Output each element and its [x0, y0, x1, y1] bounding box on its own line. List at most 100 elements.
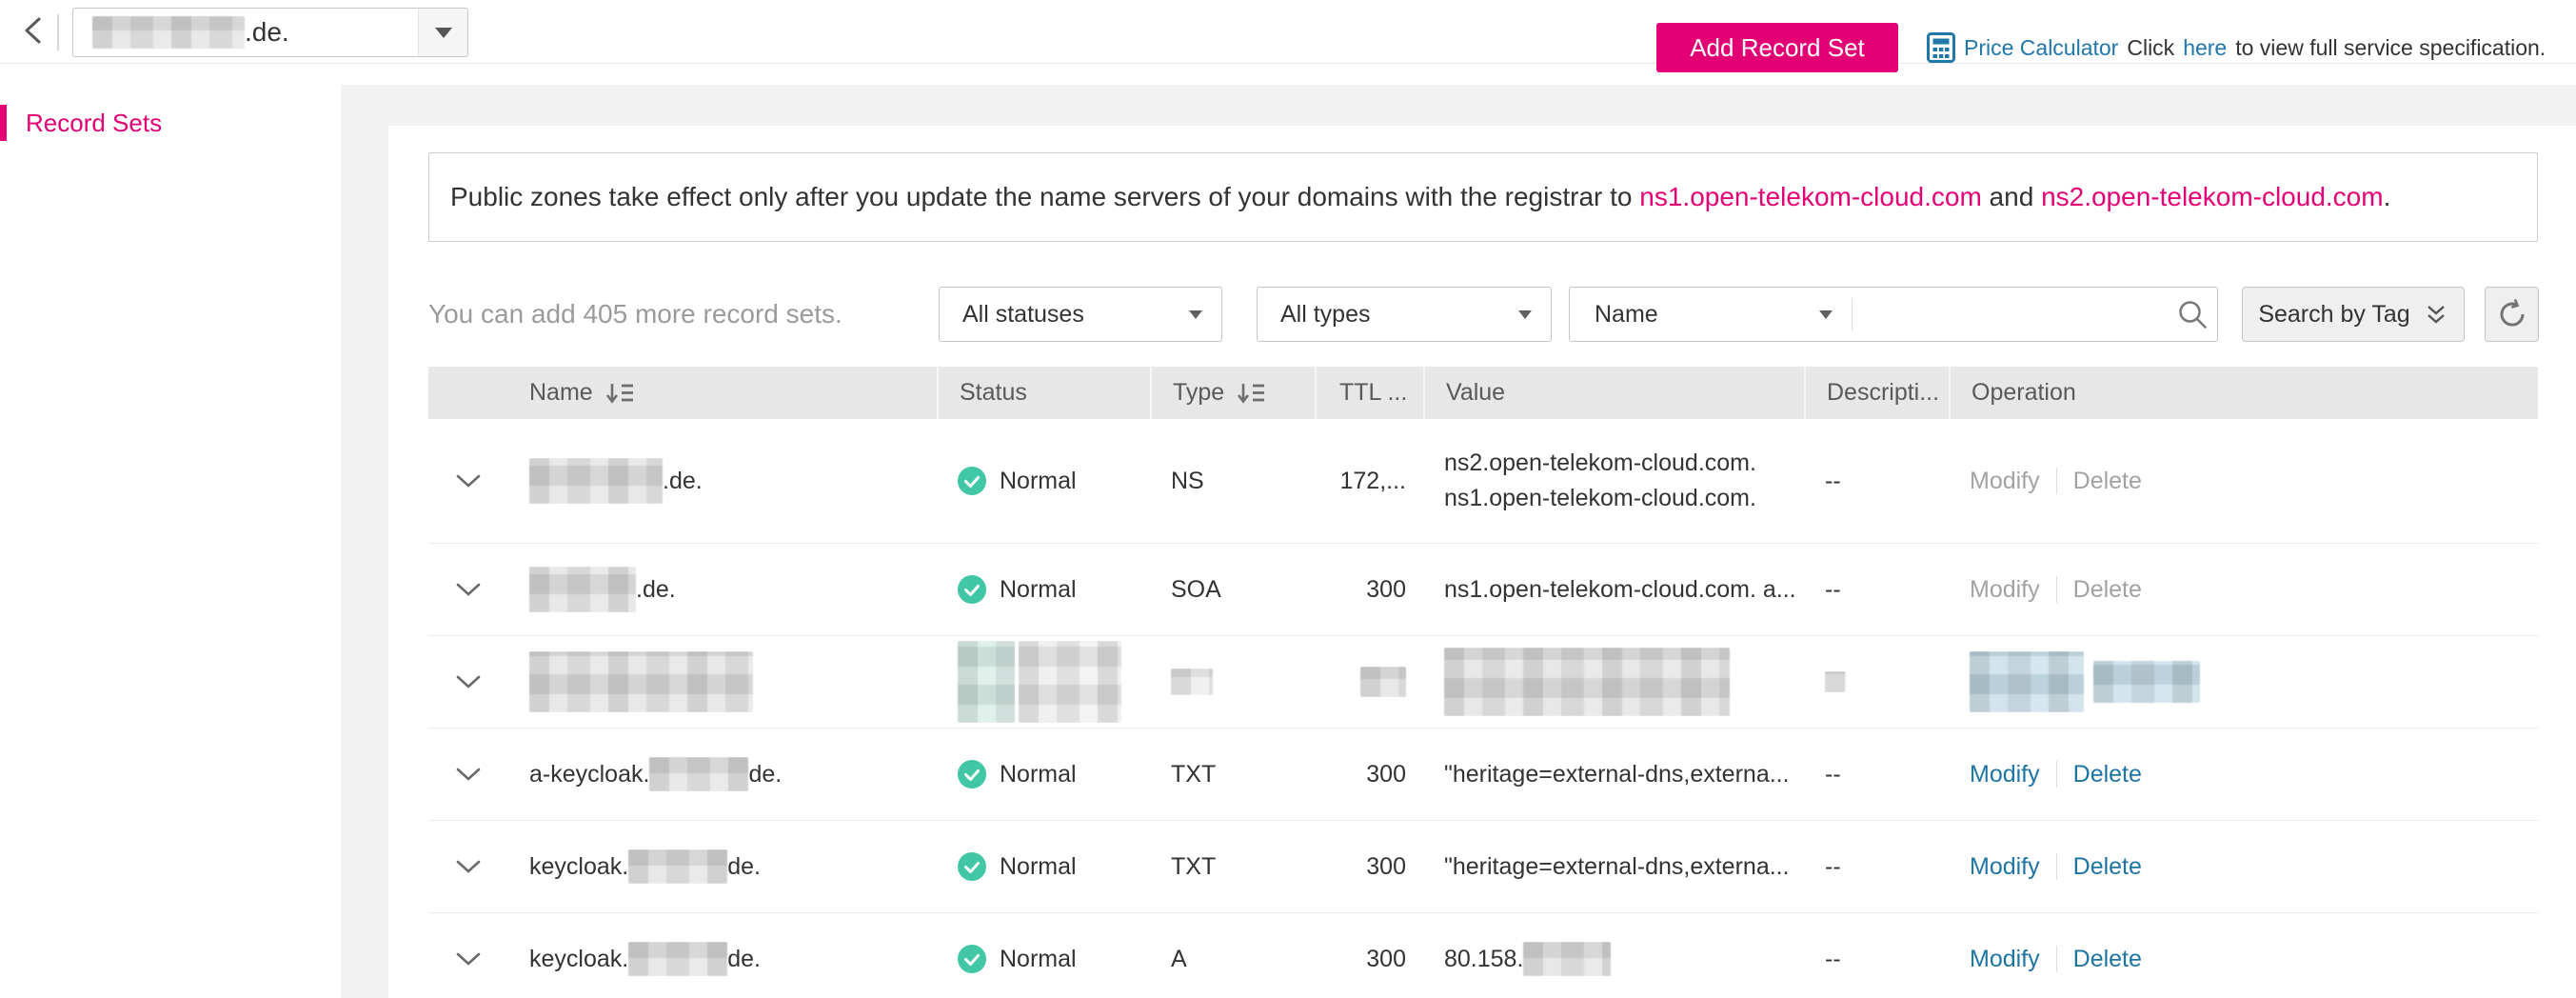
status-normal-icon — [958, 467, 986, 495]
operation-divider — [2056, 853, 2057, 880]
back-button[interactable] — [15, 13, 51, 51]
column-header-value: Value — [1423, 367, 1804, 419]
price-calculator-link[interactable]: Price Calculator — [1964, 35, 2118, 61]
add-record-set-button[interactable]: Add Record Set — [1656, 23, 1898, 72]
delete-link[interactable]: Delete — [2073, 853, 2142, 881]
record-value-lines: "heritage=external-dns,externa... — [1444, 757, 1790, 792]
redacted-record-name — [529, 651, 753, 712]
redacted-status-icon — [958, 641, 1015, 723]
dns-record-sets-page: .de. Add Record Set Price Calculator Cli… — [0, 0, 2576, 998]
redacted-type — [1171, 669, 1213, 695]
ns1-link[interactable]: ns1.open-telekom-cloud.com — [1639, 182, 1982, 211]
sort-icon[interactable] — [1237, 381, 1265, 406]
column-header-label: Value — [1446, 379, 1505, 407]
table-header: Name Status Type TTL ... Value Descripti… — [428, 367, 2538, 419]
record-description-cell: -- — [1804, 853, 1949, 881]
status-badge: Normal — [958, 852, 1077, 881]
modify-link[interactable]: Modify — [1970, 853, 2040, 881]
record-ttl-cell: 300 — [1315, 761, 1423, 788]
row-expand-chevron[interactable] — [428, 674, 508, 689]
column-header-name[interactable]: Name — [508, 367, 937, 419]
redacted-modify-link — [1970, 651, 2084, 712]
modify-link[interactable]: Modify — [1970, 761, 2040, 788]
chevron-down-icon — [1518, 310, 1532, 319]
record-type-cell: A — [1150, 946, 1315, 973]
table-row: keycloak.de.NormalA30080.158.--ModifyDel… — [428, 913, 2538, 998]
redacted-value — [1444, 648, 1730, 716]
zone-selector-caret-box[interactable] — [418, 9, 467, 56]
record-status-cell: Normal — [937, 945, 1150, 973]
record-name-cell: keycloak.de. — [508, 849, 937, 884]
topbar-divider — [57, 14, 59, 50]
redacted-name-part — [628, 849, 727, 884]
row-expand-chevron[interactable] — [428, 859, 508, 874]
sort-icon[interactable] — [605, 381, 634, 406]
refresh-button[interactable] — [2485, 287, 2539, 342]
status-filter-dropdown[interactable]: All statuses — [939, 287, 1222, 342]
ns2-link[interactable]: ns2.open-telekom-cloud.com — [2041, 182, 2384, 211]
record-name-cell: .de. — [508, 567, 937, 612]
record-value-lines: ns1.open-telekom-cloud.com. a... — [1444, 572, 1796, 608]
record-name-cell: a-keycloak.de. — [508, 757, 937, 791]
record-status-cell: Normal — [937, 852, 1150, 881]
operation-divider — [2056, 468, 2057, 494]
record-operation-cell: ModifyDelete — [1949, 576, 2538, 604]
nameserver-notice-banner: Public zones take effect only after you … — [428, 152, 2538, 242]
search-combo: Name — [1569, 287, 2218, 342]
status-label: Normal — [1000, 853, 1077, 881]
search-by-tag-button[interactable]: Search by Tag — [2242, 287, 2465, 342]
record-value-cell: 80.158. — [1423, 942, 1804, 976]
record-status-cell: Normal — [937, 575, 1150, 604]
table-body: .de.NormalNS172,...ns2.open-telekom-clou… — [428, 419, 2538, 998]
topbar: .de. Add Record Set Price Calculator Cli… — [0, 0, 2576, 64]
search-button[interactable] — [2168, 298, 2217, 330]
row-expand-chevron[interactable] — [428, 582, 508, 597]
zone-selector-dropdown[interactable]: .de. — [72, 8, 468, 57]
record-value-line: ns1.open-telekom-cloud.com. a... — [1444, 572, 1796, 608]
spec-here-link[interactable]: here — [2183, 35, 2227, 61]
type-filter-dropdown[interactable]: All types — [1257, 287, 1552, 342]
modify-link[interactable]: Modify — [1970, 946, 2040, 973]
record-type-cell — [1150, 669, 1315, 695]
record-name-cell: keycloak.de. — [508, 942, 937, 976]
zone-name-redacted — [92, 16, 245, 49]
record-type-cell: NS — [1150, 468, 1315, 495]
column-header-label: Type — [1173, 379, 1224, 407]
record-search-input[interactable] — [1853, 288, 2168, 341]
column-header-label: Name — [529, 379, 593, 407]
search-icon — [2176, 298, 2209, 330]
delete-link[interactable]: Delete — [2073, 761, 2142, 788]
record-value-line: "heritage=external-dns,externa... — [1444, 849, 1790, 885]
delete-link: Delete — [2073, 468, 2142, 495]
sidebar-item-record-sets[interactable]: Record Sets — [0, 105, 162, 141]
record-value-cell: "heritage=external-dns,externa... — [1423, 849, 1804, 885]
search-key-dropdown[interactable]: Name — [1570, 288, 1852, 341]
column-header-description: Descripti... — [1804, 367, 1949, 419]
record-operation-cell: ModifyDelete — [1949, 468, 2538, 495]
record-value-lines: "heritage=external-dns,externa... — [1444, 849, 1790, 885]
redacted-description — [1825, 671, 1846, 692]
row-expand-chevron[interactable] — [428, 767, 508, 782]
table-row — [428, 636, 2538, 729]
record-sets-table: Name Status Type TTL ... Value Descripti… — [428, 367, 2538, 998]
record-value-cell: "heritage=external-dns,externa... — [1423, 757, 1804, 792]
record-value-line: ns1.open-telekom-cloud.com. — [1444, 481, 1756, 516]
redacted-name-part — [649, 757, 748, 791]
status-badge: Normal — [958, 760, 1077, 788]
record-status-cell — [937, 641, 1150, 723]
row-expand-chevron[interactable] — [428, 473, 508, 489]
spec-text-after: to view full service specification. — [2235, 35, 2546, 61]
topbar-right-links: Price Calculator Click here to view full… — [1927, 23, 2546, 72]
search-by-tag-label: Search by Tag — [2258, 301, 2409, 329]
record-ttl-cell: 300 — [1315, 853, 1423, 881]
record-description-cell: -- — [1804, 468, 1949, 495]
column-header-label: TTL ... — [1339, 379, 1407, 407]
calculator-icon — [1927, 32, 1955, 63]
column-header-type[interactable]: Type — [1150, 367, 1315, 419]
row-expand-chevron[interactable] — [428, 951, 508, 967]
notice-text-period: . — [2384, 182, 2391, 211]
table-row: keycloak.de.NormalTXT300"heritage=extern… — [428, 821, 2538, 913]
record-description-cell: -- — [1804, 576, 1949, 604]
status-label: Normal — [1000, 761, 1077, 788]
delete-link[interactable]: Delete — [2073, 946, 2142, 973]
